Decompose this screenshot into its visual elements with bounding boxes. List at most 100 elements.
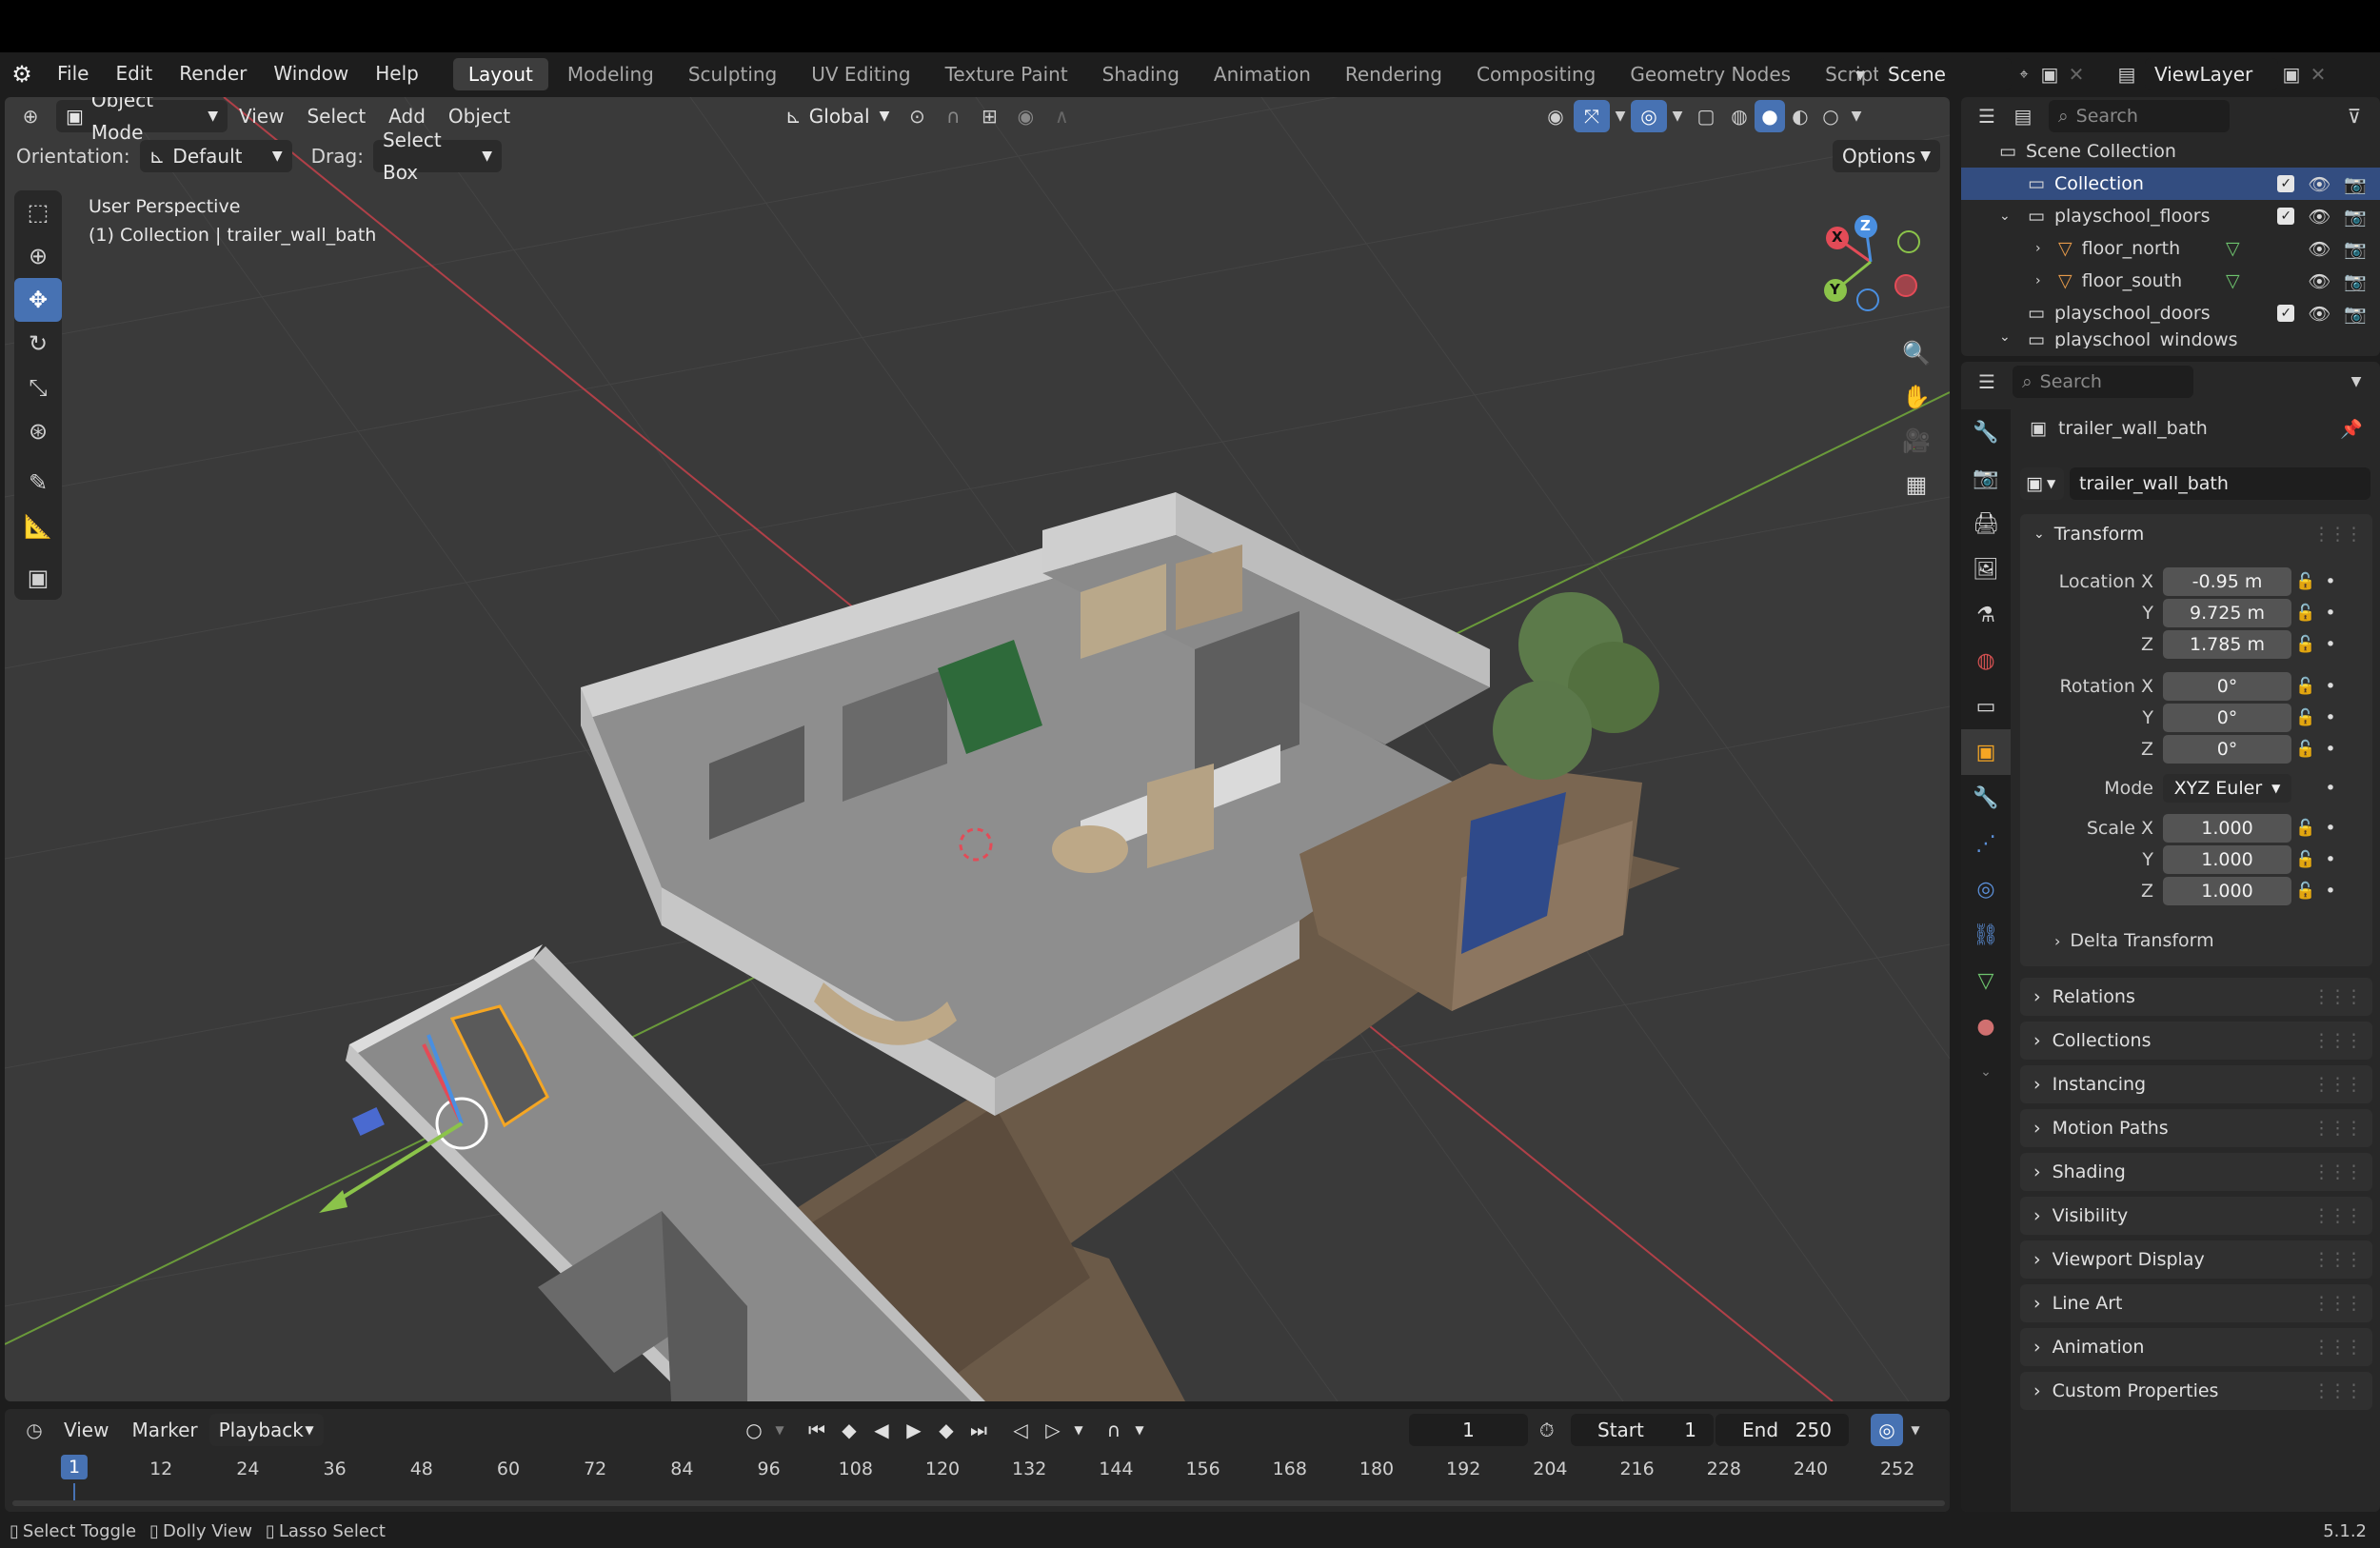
- mesh-data-icon[interactable]: ▽: [2226, 270, 2240, 291]
- tab-animation[interactable]: Animation: [1199, 58, 1326, 90]
- material-tab-icon[interactable]: ●: [1961, 1003, 2011, 1049]
- view-layer-tab-icon[interactable]: 🖼: [1961, 546, 2011, 592]
- current-frame-indicator[interactable]: 1: [60, 1455, 89, 1479]
- new-viewlayer-icon[interactable]: ▣: [2278, 58, 2305, 90]
- drag-grip-icon[interactable]: ⋮⋮⋮: [2312, 1030, 2363, 1051]
- keyframe-dot-icon[interactable]: •: [2320, 739, 2341, 760]
- drag-grip-icon[interactable]: ⋮⋮⋮: [2312, 1380, 2363, 1401]
- lock-icon[interactable]: 🔓: [2291, 882, 2320, 901]
- location-x-field[interactable]: -0.95 m: [2163, 567, 2291, 596]
- drag-grip-icon[interactable]: ⋮⋮⋮: [2312, 986, 2363, 1007]
- more-tabs-icon[interactable]: ⌄: [1961, 1049, 2011, 1095]
- keyframe-dot-icon[interactable]: •: [2320, 676, 2341, 697]
- gizmo-dropdown-icon[interactable]: ▼: [1610, 100, 1631, 132]
- timeline-scrollbar[interactable]: [12, 1500, 1945, 1506]
- panel-motion-paths[interactable]: › Motion Paths ⋮⋮⋮: [2020, 1109, 2372, 1147]
- eye-icon[interactable]: 👁: [2308, 270, 2330, 292]
- xray-icon[interactable]: ▢: [1688, 100, 1724, 132]
- tab-sculpting[interactable]: Sculpting: [673, 58, 792, 90]
- lock-icon[interactable]: 🔓: [2291, 677, 2320, 696]
- rotation-y-field[interactable]: 0°: [2163, 704, 2291, 732]
- drag-dropdown[interactable]: Select Box ▼: [372, 129, 502, 184]
- panel-relations[interactable]: › Relations ⋮⋮⋮: [2020, 978, 2372, 1016]
- outliner-search-input[interactable]: ⌕ Search: [2049, 100, 2230, 132]
- drag-grip-icon[interactable]: ⋮⋮⋮: [2312, 1337, 2363, 1358]
- menu-edit[interactable]: Edit: [102, 52, 166, 95]
- chevron-down-icon[interactable]: ▼: [2338, 366, 2374, 398]
- panel-custom-properties[interactable]: › Custom Properties ⋮⋮⋮: [2020, 1372, 2372, 1410]
- datablock-name-field[interactable]: trailer_wall_bath: [2070, 467, 2370, 500]
- constraints-tab-icon[interactable]: ⛓: [1961, 912, 2011, 958]
- material-shading-icon[interactable]: ◐: [1785, 100, 1815, 132]
- pivot-point-icon[interactable]: ⊙: [899, 100, 935, 132]
- tab-uv-editing[interactable]: UV Editing: [796, 58, 925, 90]
- properties-editor-type-icon[interactable]: ☰: [1969, 366, 2005, 398]
- measure-tool-icon[interactable]: 📐: [14, 505, 62, 548]
- vp-menu-view[interactable]: View: [228, 100, 295, 132]
- eye-icon[interactable]: 👁: [2308, 303, 2330, 325]
- solid-shading-icon[interactable]: ●: [1755, 100, 1785, 132]
- scene-name-field[interactable]: Scene: [1878, 58, 2012, 90]
- frame-ruler[interactable]: 1 12 24 36 48 60 72 84 96 108 120 132 144 156 168 180 19…: [5, 1409, 1950, 1512]
- drag-grip-icon[interactable]: ⋮⋮⋮: [2312, 1118, 2363, 1139]
- vp-menu-select[interactable]: Select: [295, 100, 377, 132]
- drag-grip-icon[interactable]: ⋮⋮⋮: [2312, 1249, 2363, 1270]
- outliner-item-collection[interactable]: ▭ Collection ✓ 👁 📷: [1961, 168, 2380, 200]
- navigation-gizmo[interactable]: X Z Y: [1809, 209, 1933, 314]
- location-y-field[interactable]: 9.725 m: [2163, 599, 2291, 627]
- outliner-item-playschool-windows[interactable]: ⌄ ▭ playschool_windows: [1961, 329, 2380, 348]
- menu-window[interactable]: Window: [260, 52, 362, 95]
- keyframe-dot-icon[interactable]: •: [2320, 849, 2341, 870]
- tab-geometry-nodes[interactable]: Geometry Nodes: [1615, 58, 1806, 90]
- proportional-edit-icon[interactable]: ◉: [1007, 100, 1043, 132]
- menu-help[interactable]: Help: [362, 52, 432, 95]
- output-tab-icon[interactable]: 🖨: [1961, 501, 2011, 546]
- scale-y-field[interactable]: 1.000: [2163, 845, 2291, 874]
- new-scene-icon[interactable]: ▣: [2036, 58, 2063, 90]
- shading-dropdown-icon[interactable]: ▼: [1846, 100, 1867, 132]
- orientation-dropdown[interactable]: ⊾ Default ▼: [139, 140, 292, 172]
- visibility-icon[interactable]: ◉: [1537, 100, 1574, 132]
- scene-selector-icon[interactable]: ▾: [1842, 58, 1878, 90]
- lock-icon[interactable]: 🔓: [2291, 572, 2320, 591]
- tab-texture-paint[interactable]: Texture Paint: [930, 58, 1083, 90]
- keyframe-dot-icon[interactable]: •: [2320, 603, 2341, 624]
- drag-grip-icon[interactable]: ⋮⋮⋮: [2312, 524, 2363, 545]
- lock-icon[interactable]: 🔓: [2291, 635, 2320, 654]
- outliner-item-playschool-floors[interactable]: ⌄ ▭ playschool_floors ✓ 👁 📷: [1961, 200, 2380, 232]
- particles-tab-icon[interactable]: ⋰: [1961, 821, 2011, 866]
- falloff-icon[interactable]: ∧: [1043, 100, 1080, 132]
- camera-icon[interactable]: 📷: [2344, 238, 2367, 260]
- snap-target-icon[interactable]: ⊞: [971, 100, 1007, 132]
- keyframe-dot-icon[interactable]: •: [2320, 634, 2341, 655]
- tab-compositing[interactable]: Compositing: [1461, 58, 1611, 90]
- data-tab-icon[interactable]: ▽: [1961, 958, 2011, 1003]
- scene-pin-icon[interactable]: ⌖: [2012, 58, 2036, 90]
- panel-visibility[interactable]: › Visibility ⋮⋮⋮: [2020, 1197, 2372, 1235]
- snap-icon[interactable]: ∩: [935, 100, 971, 132]
- panel-viewport-display[interactable]: › Viewport Display ⋮⋮⋮: [2020, 1240, 2372, 1279]
- outliner-editor-type-icon[interactable]: ☰: [1969, 100, 2005, 132]
- delta-transform-subpanel[interactable]: › Delta Transform: [2054, 923, 2214, 958]
- panel-animation[interactable]: › Animation ⋮⋮⋮: [2020, 1328, 2372, 1366]
- drag-grip-icon[interactable]: ⋮⋮⋮: [2312, 1205, 2363, 1226]
- keyframe-dot-icon[interactable]: •: [2320, 881, 2341, 902]
- object-tab-icon[interactable]: ▣: [1961, 729, 2011, 775]
- move-tool-icon[interactable]: ✥: [14, 278, 62, 322]
- tab-rendering[interactable]: Rendering: [1330, 58, 1458, 90]
- lock-icon[interactable]: 🔓: [2291, 604, 2320, 623]
- panel-shading[interactable]: › Shading ⋮⋮⋮: [2020, 1153, 2372, 1191]
- transform-tool-icon[interactable]: ⊛: [14, 409, 62, 453]
- mesh-data-icon[interactable]: ▽: [2226, 238, 2240, 259]
- pan-hand-icon[interactable]: ✋: [1894, 375, 1938, 419]
- outliner-item-playschool-doors[interactable]: ▭ playschool_doors ✓ 👁 📷: [1961, 297, 2380, 329]
- lock-icon[interactable]: 🔓: [2291, 819, 2320, 838]
- eye-icon[interactable]: 👁: [2308, 206, 2330, 228]
- drag-grip-icon[interactable]: ⋮⋮⋮: [2312, 1293, 2363, 1314]
- rendered-shading-icon[interactable]: ○: [1815, 100, 1846, 132]
- keyframe-dot-icon[interactable]: •: [2320, 778, 2341, 799]
- lock-icon[interactable]: 🔓: [2291, 708, 2320, 727]
- rotation-mode-dropdown[interactable]: XYZ Euler ▼: [2163, 774, 2291, 803]
- options-dropdown[interactable]: Options ▼: [1833, 140, 1940, 172]
- chevron-right-icon[interactable]: ›: [2035, 273, 2058, 288]
